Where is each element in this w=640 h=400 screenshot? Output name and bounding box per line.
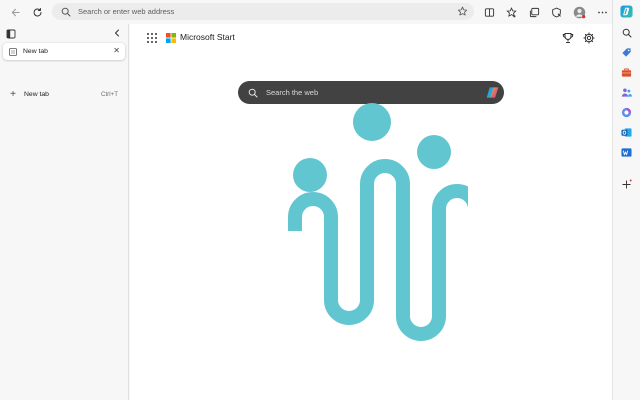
search-icon [248,88,258,97]
search-placeholder: Search the web [266,88,319,97]
sidebar-outlook-button[interactable] [620,126,633,139]
search-icon [622,28,631,37]
address-bar[interactable]: Search or enter web address [52,3,474,20]
m365-icon [621,107,632,118]
profile-avatar [573,6,585,18]
app-launcher-icon[interactable] [146,32,158,44]
microsoft-logo [166,33,176,43]
split-screen-button[interactable] [478,1,500,23]
address-placeholder: Search or enter web address [78,7,175,16]
hero-illustration [288,103,468,341]
back-button[interactable] [4,1,26,23]
refresh-icon [33,7,41,16]
back-icon [11,8,20,16]
rewards-trophy-icon[interactable] [562,32,574,44]
copilot-sidebar-button[interactable] [620,5,633,18]
shopping-tag-icon [622,48,631,57]
tools-briefcase-icon [621,68,632,77]
refresh-button[interactable] [26,1,48,23]
sidebar-m365-button[interactable] [620,106,633,119]
copilot-icon [620,5,633,18]
browser-essentials-icon [551,7,561,17]
outlook-icon [621,128,632,137]
collapse-pane-icon[interactable] [112,28,122,38]
copilot-icon[interactable] [485,85,500,100]
browser-essentials-button[interactable] [545,1,567,23]
profile-button[interactable] [568,1,590,23]
tab-actions-menu-icon[interactable] [6,29,16,39]
new-tab-label: New tab [24,91,49,98]
favorite-star-icon[interactable] [457,6,468,17]
sidebar-shopping-button[interactable] [620,46,633,59]
collections-button[interactable] [523,1,545,23]
sidebar-tools-button[interactable] [620,66,633,79]
sidebar-word-button[interactable] [620,146,633,159]
new-tab-page-icon [9,47,17,56]
tab-title: New tab [23,48,48,55]
tab-panel-header [0,24,129,44]
new-tab-page: Microsoft Start Search the web [130,24,612,400]
more-options-icon [597,11,607,13]
plus-icon: + [10,89,16,100]
add-icon [622,179,632,189]
web-search-box[interactable]: Search the web [238,81,504,104]
people-icon [621,88,632,97]
sidebar-add-button[interactable] [620,178,633,191]
tab-new-tab[interactable]: New tab ✕ [3,43,125,60]
word-icon [621,148,632,157]
gear-icon[interactable] [583,32,595,44]
browser-window: Search or enter web address New tab ✕ + … [0,0,640,400]
collections-icon [529,7,539,17]
vertical-tabs-panel: New tab ✕ + New tab Ctrl+T [0,24,129,400]
sidebar-search-button[interactable] [620,26,633,39]
split-screen-icon [484,7,494,17]
new-tab-button[interactable]: + New tab Ctrl+T [3,87,125,102]
edge-sidebar [612,0,640,400]
new-tab-shortcut: Ctrl+T [100,91,118,98]
microsoft-start-link[interactable]: Microsoft Start [180,32,235,42]
browser-toolbar: Search or enter web address [0,0,640,24]
sidebar-people-button[interactable] [620,86,633,99]
favorites-button[interactable] [500,1,522,23]
more-options-button[interactable] [591,1,613,23]
close-tab-icon[interactable]: ✕ [113,46,120,55]
favorites-icon [505,6,517,18]
search-icon [61,7,71,16]
